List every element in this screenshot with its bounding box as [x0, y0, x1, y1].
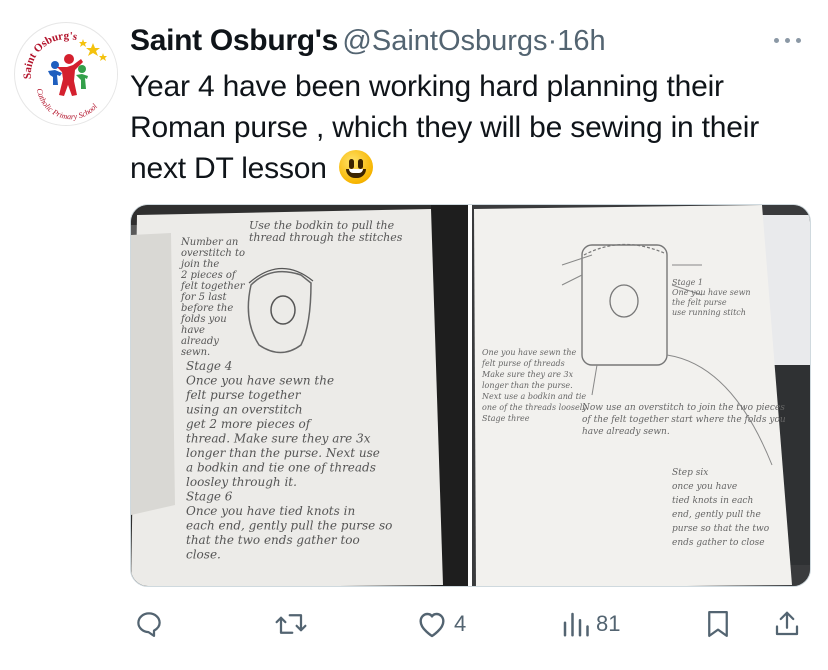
- avatar[interactable]: Saint Osburg's Catholic Primary School: [14, 22, 118, 126]
- views-button[interactable]: 81: [560, 604, 620, 644]
- handwritten-line: end, gently pull the: [672, 510, 761, 520]
- handwritten-line: close.: [186, 548, 221, 562]
- handwritten-line: once you have: [672, 482, 737, 492]
- handwritten-line: longer than the purse.: [482, 381, 573, 390]
- handwritten-line: using an overstitch: [186, 403, 303, 417]
- handwritten-line: Next use a bodkin and tie: [481, 392, 586, 401]
- handwritten-line: thread through the stitches: [249, 231, 403, 244]
- retweet-icon: [275, 614, 307, 634]
- handwritten-line: felt together: [180, 281, 246, 292]
- handwritten-line: ends gather to close: [672, 538, 765, 548]
- reply-icon: [137, 612, 161, 637]
- handwritten-line: a bodkin and tie one of threads: [186, 461, 376, 475]
- handwritten-line: longer than the purse. Next use: [186, 446, 380, 460]
- handwritten-line: Stage 1: [672, 278, 703, 287]
- views-icon: [563, 612, 589, 637]
- more-options-icon[interactable]: [768, 26, 808, 54]
- handwritten-line: Stage 6: [186, 490, 233, 504]
- handwritten-line: loosley through it.: [186, 475, 297, 489]
- reply-button[interactable]: [134, 604, 164, 644]
- handwritten-line: have already sewn.: [582, 427, 670, 437]
- like-count: 4: [454, 611, 467, 636]
- views-count: 81: [596, 611, 621, 636]
- school-logo-icon: Saint Osburg's Catholic Primary School: [16, 24, 117, 125]
- handwritten-line: One you have sewn the: [482, 348, 576, 357]
- handwritten-line: already: [181, 336, 219, 347]
- handwritten-line: for 5 last: [180, 292, 228, 303]
- share-icon: [775, 611, 799, 636]
- handwritten-line: Number an: [180, 237, 238, 248]
- tweet-header: Saint Osburg's @SaintOsburgs·16h: [130, 24, 816, 58]
- handwritten-line: Once you have tied knots in: [186, 504, 355, 518]
- handwritten-line: Stage three: [482, 414, 530, 423]
- like-button[interactable]: 4: [416, 604, 466, 644]
- bookmark-button[interactable]: [704, 604, 732, 644]
- display-name[interactable]: Saint Osburg's: [130, 24, 338, 57]
- handwritten-line: folds you: [180, 314, 227, 325]
- media-attachment[interactable]: Use the bodkin to pull the thread through…: [130, 204, 811, 587]
- handwritten-line: overstitch to: [181, 248, 245, 259]
- handwritten-line: Now use an overstitch to join the two pi…: [581, 403, 785, 413]
- photo-left[interactable]: Use the bodkin to pull the thread through…: [131, 205, 468, 586]
- handwritten-line: Step six: [672, 468, 708, 478]
- handwritten-line: join the: [179, 259, 219, 270]
- tweet-actions: 4 81: [130, 604, 810, 644]
- handwritten-line: before the: [181, 303, 233, 314]
- handwritten-line: get 2 more pieces of: [186, 417, 313, 431]
- handwritten-line: One you have sewn: [672, 288, 751, 297]
- handwritten-line: Make sure they are 3x: [481, 370, 574, 379]
- handwritten-line: Once you have sewn the: [186, 374, 334, 388]
- handwritten-line: 2 pieces of: [180, 270, 238, 281]
- handwritten-line: the felt purse: [672, 298, 727, 307]
- timestamp[interactable]: 16h: [557, 25, 605, 57]
- photo-right[interactable]: Stage 1 One you have sewn the felt purse us…: [472, 205, 810, 586]
- handwritten-line: each end, gently pull the purse so: [186, 519, 392, 533]
- handwritten-line: one of the threads loosely: [482, 403, 587, 412]
- heart-icon: [419, 612, 445, 638]
- handwritten-line: use running stitch: [672, 308, 746, 317]
- handwritten-line: have: [181, 325, 205, 336]
- tweet-body: Year 4 have been working hard planning t…: [130, 70, 760, 185]
- grinning-face-emoji-icon: [338, 150, 373, 184]
- handwritten-line: purse so that the two: [672, 524, 770, 534]
- user-handle[interactable]: @SaintOsburgs: [342, 25, 547, 57]
- tweet-text: Year 4 have been working hard planning t…: [130, 66, 820, 189]
- separator-dot: ·: [547, 25, 558, 57]
- handwritten-line: tied knots in each: [672, 496, 753, 506]
- handwritten-line: of the felt together start where the fol…: [582, 415, 786, 425]
- handwritten-line: felt purse of threads: [481, 359, 565, 368]
- handwritten-line: Stage 4: [186, 359, 232, 373]
- handwritten-line: sewn.: [181, 347, 210, 358]
- handwritten-line: that the two ends gather too: [186, 533, 360, 547]
- handwritten-line: thread. Make sure they are 3x: [186, 432, 371, 446]
- retweet-button[interactable]: [274, 604, 308, 644]
- share-button[interactable]: [772, 604, 802, 644]
- handwritten-line: felt purse together: [185, 388, 302, 402]
- bookmark-icon: [708, 611, 728, 637]
